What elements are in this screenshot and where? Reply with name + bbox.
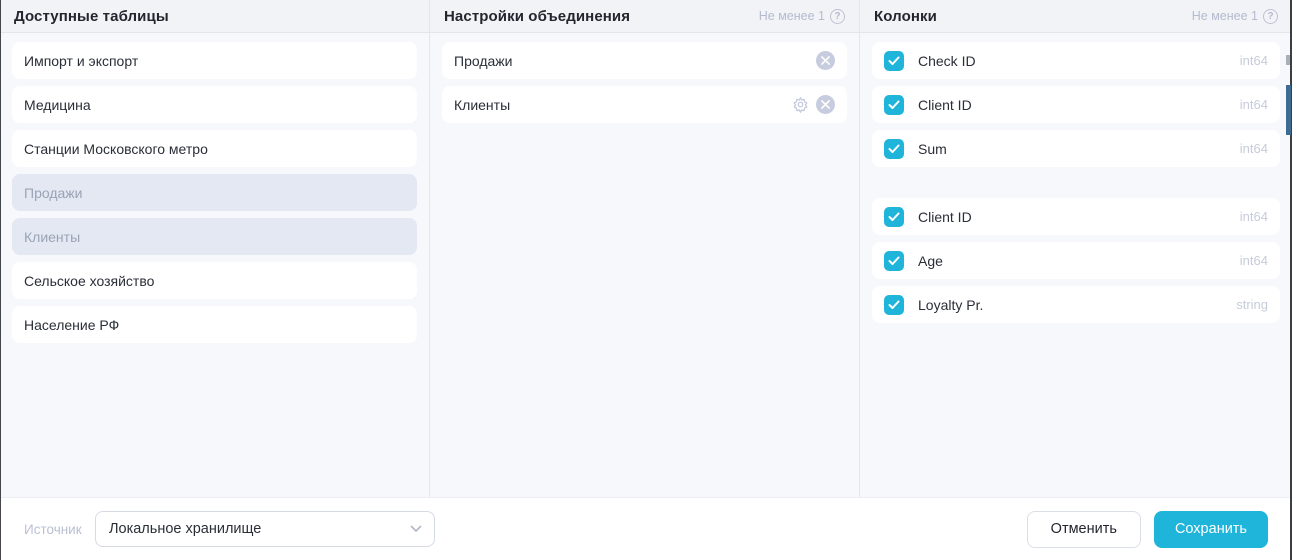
table-item[interactable]: Станции Московского метро [12, 130, 417, 167]
table-item[interactable]: Сельское хозяйство [12, 262, 417, 299]
join-settings-dialog: Доступные таблицы Импорт и экспорт Медиц… [0, 0, 1292, 560]
table-item[interactable]: Импорт и экспорт [12, 42, 417, 79]
cancel-button[interactable]: Отменить [1027, 511, 1141, 548]
checkbox-checked-icon[interactable] [884, 207, 904, 227]
column-item: Sum int64 [872, 130, 1280, 167]
help-icon[interactable]: ? [830, 9, 845, 24]
join-item-label: Продажи [454, 53, 512, 69]
column-type: string [1236, 297, 1268, 312]
min-requirement-badge: Не менее 1 ? [1192, 9, 1278, 24]
column-type: int64 [1240, 141, 1268, 156]
checkbox-checked-icon[interactable] [884, 95, 904, 115]
column-type: int64 [1240, 209, 1268, 224]
gear-icon[interactable] [791, 96, 809, 114]
chevron-down-icon [410, 525, 422, 533]
available-tables-panel: Доступные таблицы Импорт и экспорт Медиц… [0, 0, 430, 497]
panel-title: Настройки объединения [444, 8, 630, 25]
source-label: Источник [24, 522, 81, 537]
column-item: Check ID int64 [872, 42, 1280, 79]
table-item[interactable]: Население РФ [12, 306, 417, 343]
min-requirement-badge: Не менее 1 ? [759, 9, 845, 24]
checkbox-checked-icon[interactable] [884, 295, 904, 315]
table-item[interactable]: Медицина [12, 86, 417, 123]
available-tables-list: Импорт и экспорт Медицина Станции Москов… [0, 33, 429, 497]
column-type: int64 [1240, 53, 1268, 68]
join-settings-panel: Настройки объединения Не менее 1 ? Прода… [430, 0, 860, 497]
column-type: int64 [1240, 253, 1268, 268]
checkbox-checked-icon[interactable] [884, 51, 904, 71]
help-icon[interactable]: ? [1263, 9, 1278, 24]
join-item-actions [816, 51, 835, 70]
column-item: Loyalty Pr. string [872, 286, 1280, 323]
column-label: Loyalty Pr. [918, 297, 1236, 313]
close-icon[interactable] [816, 51, 835, 70]
panels-area: Доступные таблицы Импорт и экспорт Медиц… [0, 0, 1292, 497]
column-item: Client ID int64 [872, 198, 1280, 235]
column-label: Check ID [918, 53, 1240, 69]
table-item-selected[interactable]: Клиенты [12, 218, 417, 255]
footer-bar: Источник Локальное хранилище Отменить Со… [0, 497, 1292, 560]
join-item-actions [791, 95, 835, 114]
close-icon[interactable] [816, 95, 835, 114]
source-select[interactable]: Локальное хранилище [95, 511, 435, 547]
panel-title: Доступные таблицы [14, 8, 169, 25]
column-type: int64 [1240, 97, 1268, 112]
save-button[interactable]: Сохранить [1154, 511, 1268, 548]
badge-label: Не менее 1 [1192, 9, 1258, 23]
badge-label: Не менее 1 [759, 9, 825, 23]
checkbox-checked-icon[interactable] [884, 251, 904, 271]
column-label: Sum [918, 141, 1240, 157]
column-item: Age int64 [872, 242, 1280, 279]
panel-title: Колонки [874, 8, 937, 25]
join-settings-header: Настройки объединения Не менее 1 ? [430, 0, 859, 33]
source-select-value: Локальное хранилище [109, 521, 261, 537]
column-label: Client ID [918, 209, 1240, 225]
columns-panel: Колонки Не менее 1 ? Check ID int64 [860, 0, 1292, 497]
join-settings-list: Продажи Клиенты [430, 33, 859, 497]
group-divider [872, 174, 1280, 198]
join-item: Клиенты [442, 86, 847, 123]
table-item-selected[interactable]: Продажи [12, 174, 417, 211]
column-label: Client ID [918, 97, 1240, 113]
column-label: Age [918, 253, 1240, 269]
scrollbar-thumb[interactable] [1286, 85, 1291, 135]
join-item: Продажи [442, 42, 847, 79]
columns-header: Колонки Не менее 1 ? [860, 0, 1292, 33]
column-item: Client ID int64 [872, 86, 1280, 123]
checkbox-checked-icon[interactable] [884, 139, 904, 159]
join-item-label: Клиенты [454, 97, 510, 113]
scrollbar-track-mark [1286, 55, 1290, 65]
columns-list: Check ID int64 Client ID int64 Sum int64 [860, 33, 1292, 497]
window-left-border [0, 0, 1, 560]
available-tables-header: Доступные таблицы [0, 0, 429, 33]
